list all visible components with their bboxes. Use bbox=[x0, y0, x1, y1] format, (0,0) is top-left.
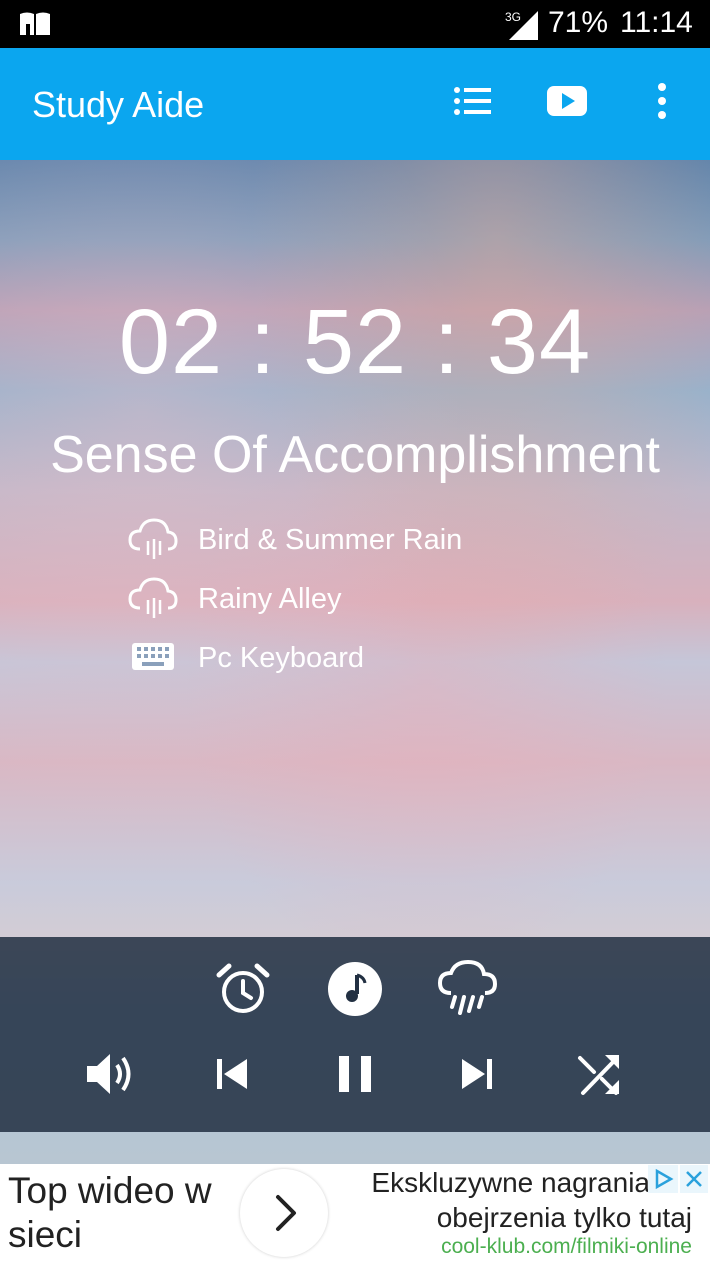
more-vert-icon[interactable] bbox=[652, 80, 672, 122]
player-controls bbox=[0, 937, 710, 1132]
ad-banner[interactable]: Top wideo w sieci Ekskluzywne nagrania o… bbox=[0, 1164, 710, 1262]
ad-text-line1: Ekskluzywne nagrania bbox=[371, 1167, 650, 1198]
sound-label: Bird & Summer Rain bbox=[198, 524, 463, 556]
cloud-rain-icon bbox=[128, 577, 178, 618]
app-title: Study Aide bbox=[32, 84, 205, 125]
ad-text-line2: obejrzenia tylko tutaj bbox=[436, 1202, 692, 1233]
status-time: 11:14 bbox=[620, 6, 693, 39]
svg-text:3G: 3G bbox=[505, 10, 521, 24]
rain-cloud-icon[interactable] bbox=[437, 959, 499, 1017]
sound-item: Bird & Summer Rain bbox=[128, 515, 548, 563]
countdown-timer: 02 : 52 : 34 bbox=[118, 291, 592, 393]
sound-item: Rainy Alley bbox=[128, 574, 548, 622]
ad-open-button[interactable] bbox=[240, 1169, 328, 1257]
music-note-icon[interactable] bbox=[327, 961, 383, 1017]
list-icon[interactable] bbox=[452, 80, 494, 122]
sound-label: Rainy Alley bbox=[198, 583, 342, 615]
shuffle-icon[interactable] bbox=[575, 1050, 623, 1098]
ad-headline: Top wideo w sieci bbox=[8, 1170, 212, 1255]
status-bar: 3G 71% 11:14 bbox=[0, 0, 710, 48]
alarm-clock-icon[interactable] bbox=[215, 961, 271, 1017]
cloud-rain-icon bbox=[128, 518, 178, 559]
volume-icon[interactable] bbox=[84, 1049, 138, 1099]
adchoices-icon[interactable] bbox=[648, 1165, 708, 1193]
sound-label: Pc Keyboard bbox=[198, 642, 365, 674]
ad-url[interactable]: cool-klub.com/filmiki-online bbox=[441, 1235, 692, 1259]
pause-icon[interactable] bbox=[334, 1051, 376, 1097]
chevron-right-icon bbox=[276, 1195, 296, 1231]
app-bar: Study Aide bbox=[0, 48, 710, 160]
signal-icon: 3G bbox=[505, 10, 538, 40]
previous-icon[interactable] bbox=[212, 1054, 252, 1094]
keyboard-icon bbox=[132, 643, 174, 670]
sound-item: Pc Keyboard bbox=[128, 633, 548, 681]
play-video-icon[interactable] bbox=[546, 80, 588, 122]
session-name: Sense Of Accomplishment bbox=[50, 426, 660, 484]
battery-level: 71% bbox=[548, 6, 609, 39]
book-icon bbox=[20, 12, 50, 35]
next-icon[interactable] bbox=[457, 1054, 497, 1094]
